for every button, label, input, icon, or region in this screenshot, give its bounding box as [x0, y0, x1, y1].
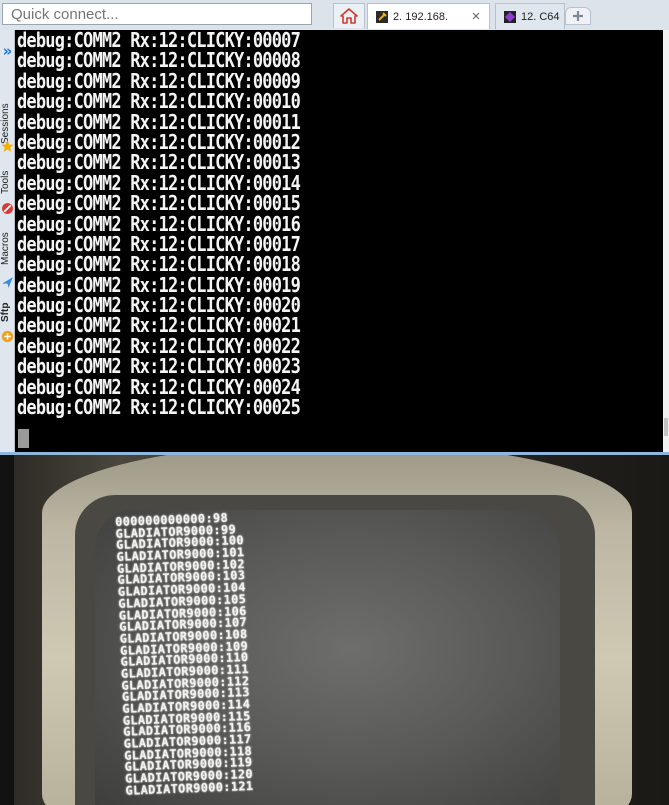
star-icon	[1, 140, 14, 152]
wrench-icon	[376, 10, 388, 23]
terminal-cursor	[18, 429, 29, 448]
purple-gem-icon	[504, 10, 516, 23]
crt-monitor-photo: 000000000000:98 GLADIATOR9000:99 GLADIAT…	[0, 455, 669, 805]
tools-icon	[2, 203, 13, 214]
plus-icon	[573, 11, 583, 21]
close-icon[interactable]: ✕	[469, 10, 483, 23]
expand-sidebar-icon[interactable]: »	[1, 44, 14, 59]
tab-label: 2. 192.168.	[393, 10, 449, 23]
terminal-output[interactable]: debug:COMM2 Rx:12:CLICKY:00007 debug:COM…	[15, 29, 669, 453]
tab-ssh-session[interactable]: 2. 192.168. ✕	[367, 3, 490, 29]
paper-plane-icon	[2, 277, 13, 288]
scrollbar-thumb[interactable]	[664, 418, 668, 436]
quick-connect-input[interactable]	[2, 3, 312, 25]
terminal-lines: debug:COMM2 Rx:12:CLICKY:00007 debug:COM…	[17, 29, 301, 420]
crt-screen: 000000000000:98 GLADIATOR9000:99 GLADIAT…	[95, 510, 560, 805]
home-tab-button[interactable]	[333, 3, 365, 28]
tab-c64[interactable]: 12. C64	[495, 3, 565, 29]
top-toolbar: 2. 192.168. ✕ 12. C64	[0, 0, 669, 31]
photo-left-edge	[0, 455, 14, 805]
sidebar-item-macros[interactable]: Macros	[0, 225, 15, 273]
home-icon	[340, 8, 358, 24]
sftp-icon	[1, 330, 14, 343]
sidebar-item-tools[interactable]: Tools	[0, 165, 15, 199]
sidebar-item-sftp[interactable]: Sftp	[0, 298, 15, 326]
crt-line: GLADIATOR9000:121	[125, 778, 254, 798]
side-panel: » Sessions Tools Macros Sftp	[0, 30, 15, 455]
terminal-scrollbar[interactable]	[663, 30, 669, 453]
new-tab-button[interactable]	[565, 7, 591, 25]
crt-text-lines: 000000000000:98 GLADIATOR9000:99 GLADIAT…	[115, 511, 254, 798]
tab-label: 12. C64	[521, 10, 560, 23]
terminal-line: debug:COMM2 Rx:12:CLICKY:00025	[17, 396, 301, 420]
